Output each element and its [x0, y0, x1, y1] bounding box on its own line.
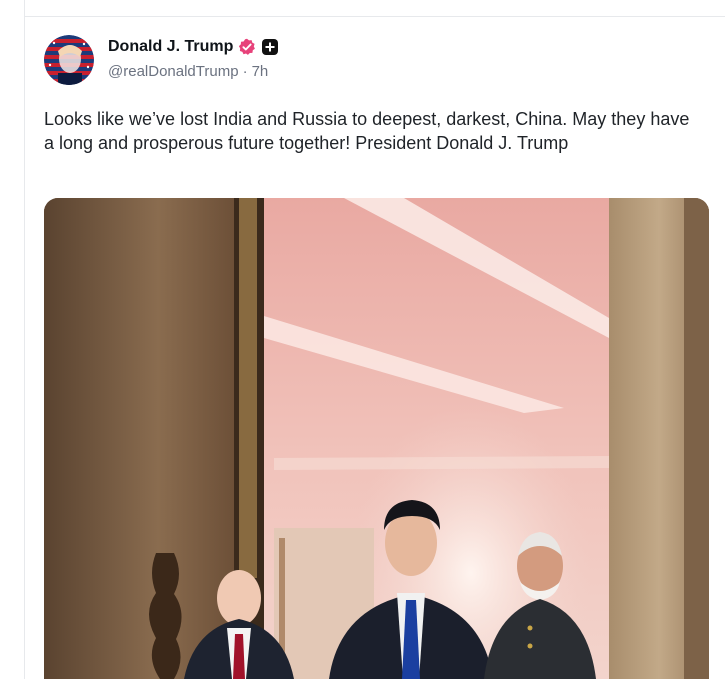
author-handle[interactable]: @realDonaldTrump — [108, 63, 239, 80]
author-row: Donald J. Trump — [108, 35, 279, 59]
post-text: Looks like we’ve lost India and Russia t… — [44, 109, 690, 153]
plus-square-icon — [261, 38, 279, 56]
avatar[interactable] — [44, 35, 94, 85]
verified-badge-icon — [238, 38, 256, 56]
post-card[interactable]: Donald J. Trump @realDonaldTrump · 7h Lo… — [24, 17, 725, 679]
post-meta: @realDonaldTrump · 7h — [108, 63, 268, 80]
meta-separator: · — [242, 63, 248, 80]
post-timestamp[interactable]: 7h — [252, 63, 269, 80]
post-image[interactable] — [44, 198, 709, 679]
author-display-name[interactable]: Donald J. Trump — [108, 38, 233, 56]
